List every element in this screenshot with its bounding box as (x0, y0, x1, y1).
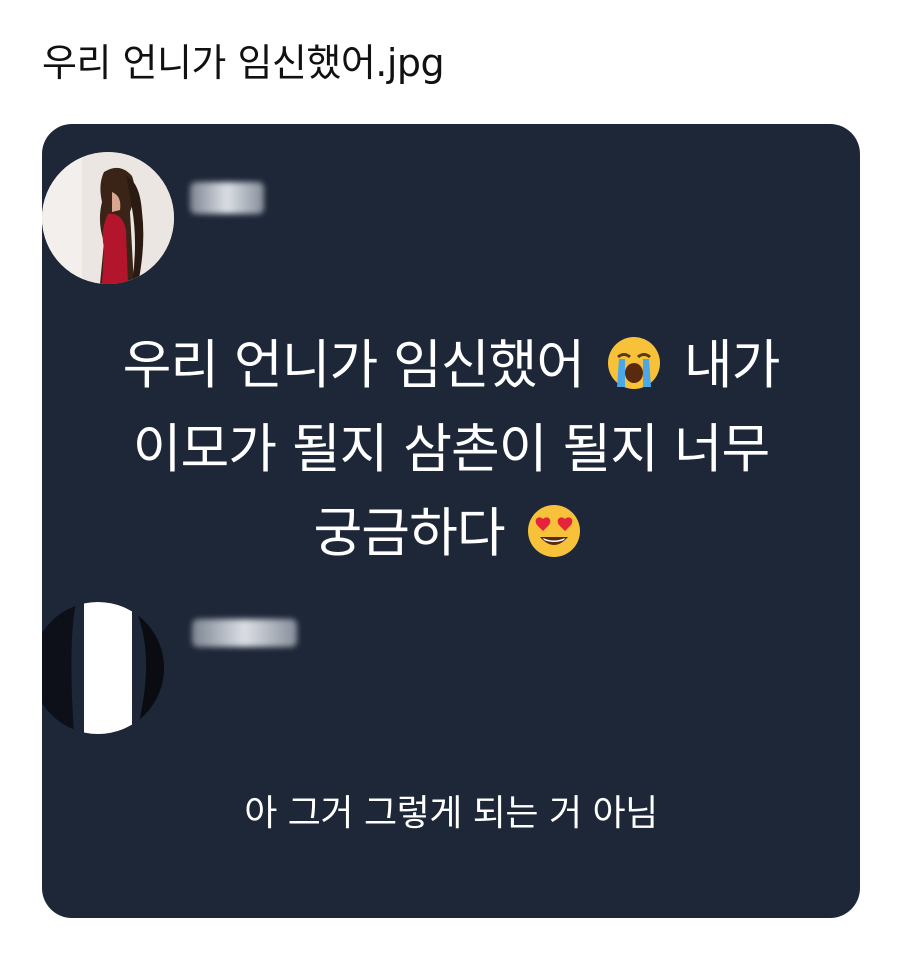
post-line-1-text: 우리 언니가 임신했어 (122, 335, 586, 396)
post-line-3: 궁금하다 (64, 492, 838, 576)
avatar[interactable] (42, 152, 174, 284)
post-line-1-text-end: 내가 (683, 335, 781, 396)
heart-eyes-face-icon (526, 503, 582, 559)
blurred-reply-username (192, 619, 297, 647)
reply-profile-photo-icon (42, 602, 164, 734)
reply-avatar[interactable] (42, 602, 164, 734)
reply-text: 아 그거 그렇게 되는 거 아님 (244, 793, 658, 834)
post-line-2: 이모가 될지 삼촌이 될지 너무 (132, 419, 771, 480)
page-title: 우리 언니가 임신했어.jpg (42, 41, 445, 85)
post-line-3-text: 궁금하다 (313, 503, 506, 564)
loudly-crying-face-icon (606, 335, 662, 391)
tweet-screenshot-card: 우리 언니가 임신했어 내가 이모가 될지 삼촌이 될지 너무 궁금하다 아 그… (42, 124, 860, 918)
blurred-username (190, 182, 264, 214)
profile-photo-icon (42, 152, 174, 284)
post-line-1: 우리 언니가 임신했어 내가 (64, 324, 838, 408)
post-text: 우리 언니가 임신했어 내가 이모가 될지 삼촌이 될지 너무 궁금하다 (64, 324, 838, 576)
